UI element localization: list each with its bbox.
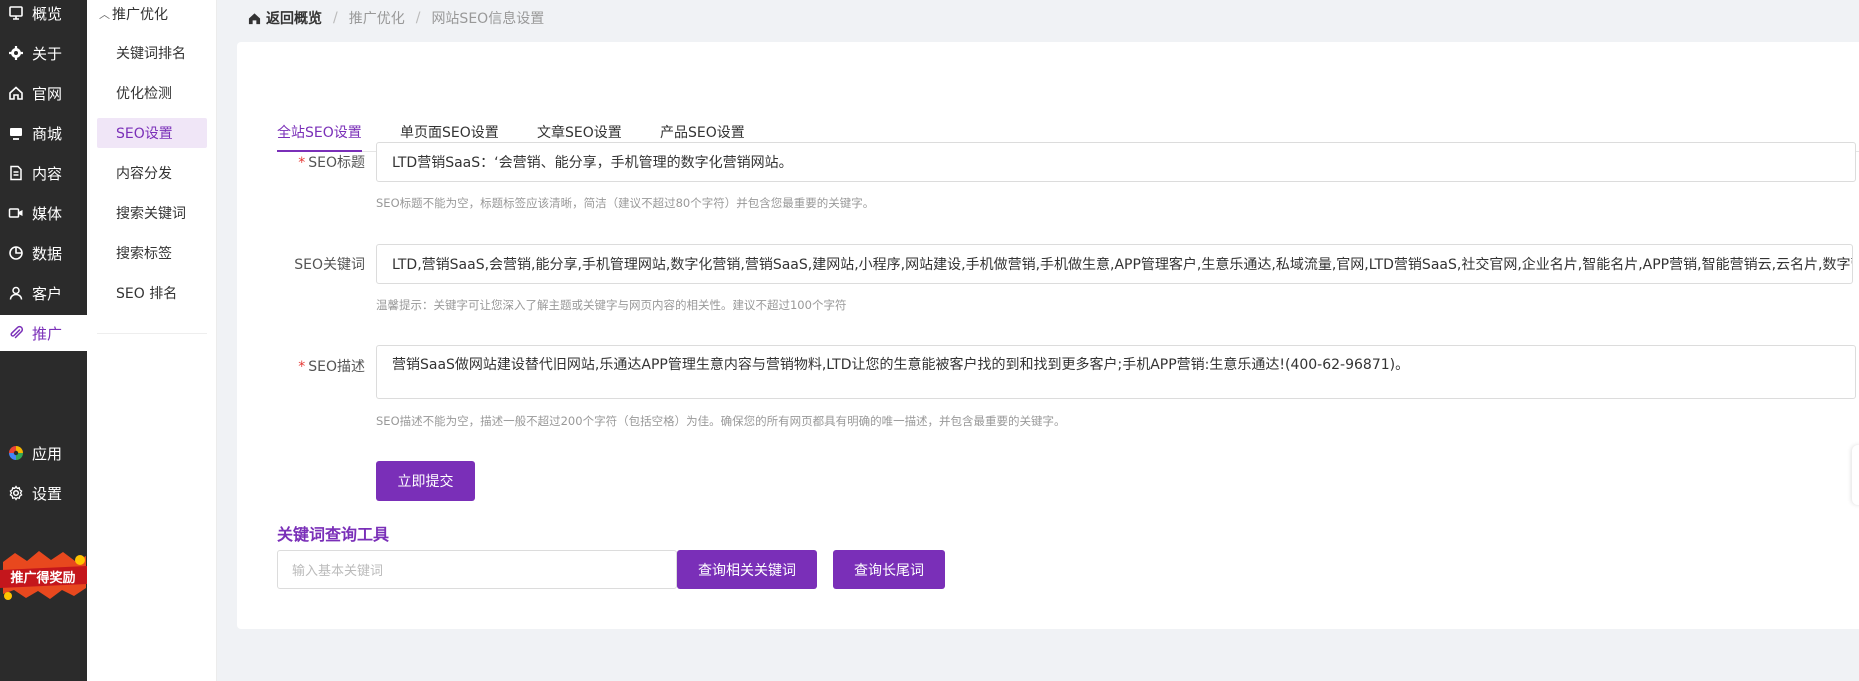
nav-item-label: 概览 [32, 4, 63, 23]
seo-description-label: * SEO描述 [275, 356, 365, 376]
query-longtail-keywords-button[interactable]: 查询长尾词 [833, 550, 945, 589]
keyword-input[interactable]: 输入基本关键词 [277, 550, 677, 589]
seo-keywords-input[interactable]: LTD,营销SaaS,会营销,能分享,手机管理网站,数字化营销,营销SaaS,建… [376, 244, 1853, 284]
home-icon [248, 12, 261, 24]
keyword-tool-title: 关键词查询工具 [277, 525, 390, 544]
apps-icon [8, 445, 24, 461]
submenu-item-label: 搜索标签 [116, 246, 172, 262]
required-mark: * [298, 359, 306, 375]
seo-description-label-text: SEO描述 [308, 359, 365, 375]
nav-item-label: 商城 [32, 124, 63, 143]
nav-item-label: 关于 [32, 44, 63, 63]
seo-keywords-hint: 温馨提示：关键字可让您深入了解主题或关键字与网页内容的相关性。建议不超过100个… [376, 298, 847, 312]
submenu-item-label: SEO 排名 [116, 286, 178, 302]
seo-title-input[interactable]: LTD营销SaaS：‘会营销、能分享，手机管理的数字化营销网站。 [376, 142, 1856, 182]
submit-button[interactable]: 立即提交 [376, 461, 475, 501]
nav-item-promotion[interactable]: 推广 [0, 315, 87, 351]
nav-item-store[interactable]: 商城 [0, 115, 87, 151]
submenu-item-keyword-ranking[interactable]: 关键词排名 [97, 38, 207, 68]
breadcrumb: 返回概览 / 推广优化 / 网站SEO信息设置 [248, 8, 544, 28]
submenu-item-label: 关键词排名 [116, 46, 186, 62]
chevron-up-icon: ︿ [99, 8, 110, 21]
breadcrumb-separator: / [333, 10, 338, 26]
nav-item-label: 推广 [32, 324, 63, 343]
pie-chart-icon [8, 245, 24, 261]
seo-keywords-label-text: SEO关键词 [294, 257, 365, 273]
nav-item-label: 应用 [32, 444, 63, 463]
submenu-item-label: SEO设置 [116, 126, 173, 142]
home-icon [8, 85, 24, 101]
nav-item-apps[interactable]: 应用 [0, 435, 87, 471]
submenu-item-label: 优化检测 [116, 86, 172, 102]
settings-icon [8, 485, 24, 501]
nav-item-website[interactable]: 官网 [0, 75, 87, 111]
submenu-item-seo-settings[interactable]: SEO设置 [97, 118, 207, 148]
nav-item-customers[interactable]: 客户 [0, 275, 87, 311]
nav-item-data[interactable]: 数据 [0, 235, 87, 271]
main-nav: 概览 关于 官网 商城 内容 媒体 数据 客户 推广 应用 设置 推广得奖励 [0, 0, 87, 681]
seo-description-hint: SEO描述不能为空，描述一般不超过200个字符（包括空格）为佳。确保您的所有网页… [376, 414, 1066, 428]
submenu-item-label: 搜索关键词 [116, 206, 186, 222]
nav-item-label: 客户 [32, 284, 63, 303]
dashboard-icon [8, 5, 24, 21]
seo-title-hint: SEO标题不能为空，标题标签应该清晰，简洁（建议不超过80个字符）并包含您最重要… [376, 196, 875, 210]
promo-banner[interactable]: 推广得奖励 [0, 548, 87, 602]
submenu-item-search-keywords[interactable]: 搜索关键词 [97, 198, 207, 228]
breadcrumb-home[interactable]: 返回概览 [248, 8, 322, 28]
nav-item-label: 媒体 [32, 204, 63, 223]
document-icon [8, 165, 24, 181]
svg-text:推广得奖励: 推广得奖励 [10, 570, 75, 586]
required-mark: * [298, 155, 306, 171]
query-related-keywords-button[interactable]: 查询相关关键词 [677, 550, 817, 589]
tab-site-seo[interactable]: 全站SEO设置 [277, 122, 362, 152]
submenu-item-content-distribution[interactable]: 内容分发 [97, 158, 207, 188]
store-icon [8, 125, 24, 141]
submenu-item-label: 内容分发 [116, 166, 172, 182]
nav-item-label: 设置 [32, 484, 63, 503]
gear-flower-icon [8, 45, 24, 61]
submenu-item-optimization-check[interactable]: 优化检测 [97, 78, 207, 108]
nav-item-label: 数据 [32, 244, 63, 263]
nav-item-label: 官网 [32, 84, 63, 103]
submenu-item-seo-ranking[interactable]: SEO 排名 [97, 278, 207, 308]
nav-item-media[interactable]: 媒体 [0, 195, 87, 231]
seo-description-textarea[interactable]: 营销SaaS做网站建设替代旧网站,乐通达APP管理生意内容与营销物料,LTD让您… [376, 345, 1856, 399]
nav-item-about[interactable]: 关于 [0, 35, 87, 71]
breadcrumb-home-label: 返回概览 [266, 11, 322, 27]
submenu-title[interactable]: ︿ 推广优化 [99, 4, 168, 24]
seo-settings-card: 全站SEO设置 单页面SEO设置 文章SEO设置 产品SEO设置 [237, 42, 1859, 629]
breadcrumb-separator: / [415, 10, 421, 26]
submenu: ︿ 推广优化 关键词排名 优化检测 SEO设置 内容分发 搜索关键词 搜索标签 … [87, 0, 217, 681]
user-icon [8, 285, 24, 301]
submenu-item-search-tags[interactable]: 搜索标签 [97, 238, 207, 268]
seo-title-label-text: SEO标题 [308, 155, 365, 171]
seo-title-label: * SEO标题 [275, 152, 365, 172]
breadcrumb-level2: 网站SEO信息设置 [431, 11, 545, 27]
video-icon [8, 205, 24, 221]
nav-item-label: 内容 [32, 164, 63, 183]
submenu-title-label: 推广优化 [112, 7, 168, 23]
floating-side-tab[interactable] [1852, 445, 1859, 505]
breadcrumb-level1[interactable]: 推广优化 [349, 8, 405, 28]
seo-keywords-label: SEO关键词 [275, 254, 365, 274]
submenu-divider [97, 333, 207, 334]
paperclip-icon [8, 325, 24, 341]
nav-item-content[interactable]: 内容 [0, 155, 87, 191]
nav-item-overview[interactable]: 概览 [0, 0, 87, 31]
nav-item-settings[interactable]: 设置 [0, 475, 87, 511]
